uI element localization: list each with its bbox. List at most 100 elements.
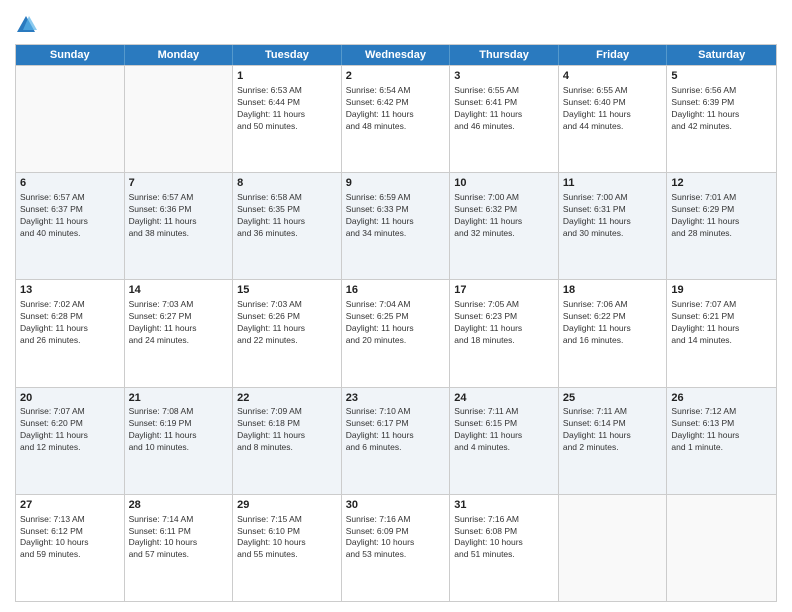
day-number: 15 — [237, 283, 337, 298]
calendar-cell: 13Sunrise: 7:02 AMSunset: 6:28 PMDayligh… — [16, 280, 125, 386]
day-number: 31 — [454, 498, 554, 513]
day-number: 24 — [454, 391, 554, 406]
day-number: 6 — [20, 176, 120, 191]
calendar-body: 1Sunrise: 6:53 AMSunset: 6:44 PMDaylight… — [16, 65, 776, 601]
weekday-header: Friday — [559, 45, 668, 65]
day-number: 4 — [563, 69, 663, 84]
calendar-cell: 6Sunrise: 6:57 AMSunset: 6:37 PMDaylight… — [16, 173, 125, 279]
day-number: 19 — [671, 283, 772, 298]
logo-icon — [15, 14, 37, 36]
day-number: 17 — [454, 283, 554, 298]
cell-detail: Sunrise: 6:57 AMSunset: 6:36 PMDaylight:… — [129, 192, 229, 240]
day-number: 28 — [129, 498, 229, 513]
calendar-cell — [125, 66, 234, 172]
calendar-cell: 28Sunrise: 7:14 AMSunset: 6:11 PMDayligh… — [125, 495, 234, 601]
cell-detail: Sunrise: 6:54 AMSunset: 6:42 PMDaylight:… — [346, 85, 446, 133]
day-number: 11 — [563, 176, 663, 191]
day-number: 16 — [346, 283, 446, 298]
calendar-header: SundayMondayTuesdayWednesdayThursdayFrid… — [16, 45, 776, 65]
day-number: 1 — [237, 69, 337, 84]
calendar-cell: 10Sunrise: 7:00 AMSunset: 6:32 PMDayligh… — [450, 173, 559, 279]
logo — [15, 14, 41, 36]
day-number: 20 — [20, 391, 120, 406]
day-number: 21 — [129, 391, 229, 406]
weekday-header: Sunday — [16, 45, 125, 65]
day-number: 7 — [129, 176, 229, 191]
calendar-cell: 23Sunrise: 7:10 AMSunset: 6:17 PMDayligh… — [342, 388, 451, 494]
weekday-header: Wednesday — [342, 45, 451, 65]
calendar-cell: 26Sunrise: 7:12 AMSunset: 6:13 PMDayligh… — [667, 388, 776, 494]
calendar-cell: 22Sunrise: 7:09 AMSunset: 6:18 PMDayligh… — [233, 388, 342, 494]
cell-detail: Sunrise: 6:56 AMSunset: 6:39 PMDaylight:… — [671, 85, 772, 133]
calendar-cell — [559, 495, 668, 601]
day-number: 9 — [346, 176, 446, 191]
cell-detail: Sunrise: 7:12 AMSunset: 6:13 PMDaylight:… — [671, 406, 772, 454]
cell-detail: Sunrise: 7:07 AMSunset: 6:21 PMDaylight:… — [671, 299, 772, 347]
cell-detail: Sunrise: 7:03 AMSunset: 6:26 PMDaylight:… — [237, 299, 337, 347]
cell-detail: Sunrise: 7:01 AMSunset: 6:29 PMDaylight:… — [671, 192, 772, 240]
calendar-row: 6Sunrise: 6:57 AMSunset: 6:37 PMDaylight… — [16, 172, 776, 279]
calendar-cell: 25Sunrise: 7:11 AMSunset: 6:14 PMDayligh… — [559, 388, 668, 494]
cell-detail: Sunrise: 7:04 AMSunset: 6:25 PMDaylight:… — [346, 299, 446, 347]
calendar-cell: 8Sunrise: 6:58 AMSunset: 6:35 PMDaylight… — [233, 173, 342, 279]
cell-detail: Sunrise: 6:57 AMSunset: 6:37 PMDaylight:… — [20, 192, 120, 240]
weekday-header: Monday — [125, 45, 234, 65]
day-number: 8 — [237, 176, 337, 191]
calendar-cell — [667, 495, 776, 601]
cell-detail: Sunrise: 7:08 AMSunset: 6:19 PMDaylight:… — [129, 406, 229, 454]
cell-detail: Sunrise: 7:11 AMSunset: 6:15 PMDaylight:… — [454, 406, 554, 454]
day-number: 22 — [237, 391, 337, 406]
calendar-cell: 9Sunrise: 6:59 AMSunset: 6:33 PMDaylight… — [342, 173, 451, 279]
day-number: 30 — [346, 498, 446, 513]
cell-detail: Sunrise: 6:58 AMSunset: 6:35 PMDaylight:… — [237, 192, 337, 240]
cell-detail: Sunrise: 7:10 AMSunset: 6:17 PMDaylight:… — [346, 406, 446, 454]
day-number: 29 — [237, 498, 337, 513]
calendar-cell: 31Sunrise: 7:16 AMSunset: 6:08 PMDayligh… — [450, 495, 559, 601]
calendar-cell: 19Sunrise: 7:07 AMSunset: 6:21 PMDayligh… — [667, 280, 776, 386]
cell-detail: Sunrise: 7:07 AMSunset: 6:20 PMDaylight:… — [20, 406, 120, 454]
calendar-cell: 4Sunrise: 6:55 AMSunset: 6:40 PMDaylight… — [559, 66, 668, 172]
calendar-row: 13Sunrise: 7:02 AMSunset: 6:28 PMDayligh… — [16, 279, 776, 386]
calendar-cell: 14Sunrise: 7:03 AMSunset: 6:27 PMDayligh… — [125, 280, 234, 386]
day-number: 23 — [346, 391, 446, 406]
cell-detail: Sunrise: 7:16 AMSunset: 6:09 PMDaylight:… — [346, 514, 446, 562]
calendar-cell: 12Sunrise: 7:01 AMSunset: 6:29 PMDayligh… — [667, 173, 776, 279]
calendar-cell: 11Sunrise: 7:00 AMSunset: 6:31 PMDayligh… — [559, 173, 668, 279]
cell-detail: Sunrise: 7:11 AMSunset: 6:14 PMDaylight:… — [563, 406, 663, 454]
calendar-cell: 20Sunrise: 7:07 AMSunset: 6:20 PMDayligh… — [16, 388, 125, 494]
weekday-header: Saturday — [667, 45, 776, 65]
cell-detail: Sunrise: 7:02 AMSunset: 6:28 PMDaylight:… — [20, 299, 120, 347]
day-number: 18 — [563, 283, 663, 298]
day-number: 3 — [454, 69, 554, 84]
calendar-cell: 16Sunrise: 7:04 AMSunset: 6:25 PMDayligh… — [342, 280, 451, 386]
calendar-cell: 18Sunrise: 7:06 AMSunset: 6:22 PMDayligh… — [559, 280, 668, 386]
day-number: 26 — [671, 391, 772, 406]
calendar-cell: 2Sunrise: 6:54 AMSunset: 6:42 PMDaylight… — [342, 66, 451, 172]
cell-detail: Sunrise: 7:03 AMSunset: 6:27 PMDaylight:… — [129, 299, 229, 347]
calendar-cell: 15Sunrise: 7:03 AMSunset: 6:26 PMDayligh… — [233, 280, 342, 386]
calendar-cell — [16, 66, 125, 172]
cell-detail: Sunrise: 7:16 AMSunset: 6:08 PMDaylight:… — [454, 514, 554, 562]
day-number: 25 — [563, 391, 663, 406]
weekday-header: Thursday — [450, 45, 559, 65]
header — [15, 10, 777, 36]
day-number: 2 — [346, 69, 446, 84]
day-number: 5 — [671, 69, 772, 84]
cell-detail: Sunrise: 6:59 AMSunset: 6:33 PMDaylight:… — [346, 192, 446, 240]
day-number: 27 — [20, 498, 120, 513]
day-number: 10 — [454, 176, 554, 191]
calendar-cell: 30Sunrise: 7:16 AMSunset: 6:09 PMDayligh… — [342, 495, 451, 601]
calendar-cell: 1Sunrise: 6:53 AMSunset: 6:44 PMDaylight… — [233, 66, 342, 172]
calendar-cell: 29Sunrise: 7:15 AMSunset: 6:10 PMDayligh… — [233, 495, 342, 601]
cell-detail: Sunrise: 7:14 AMSunset: 6:11 PMDaylight:… — [129, 514, 229, 562]
calendar-cell: 5Sunrise: 6:56 AMSunset: 6:39 PMDaylight… — [667, 66, 776, 172]
calendar: SundayMondayTuesdayWednesdayThursdayFrid… — [15, 44, 777, 602]
calendar-cell: 3Sunrise: 6:55 AMSunset: 6:41 PMDaylight… — [450, 66, 559, 172]
cell-detail: Sunrise: 7:13 AMSunset: 6:12 PMDaylight:… — [20, 514, 120, 562]
day-number: 14 — [129, 283, 229, 298]
page: SundayMondayTuesdayWednesdayThursdayFrid… — [0, 0, 792, 612]
cell-detail: Sunrise: 7:05 AMSunset: 6:23 PMDaylight:… — [454, 299, 554, 347]
cell-detail: Sunrise: 7:00 AMSunset: 6:32 PMDaylight:… — [454, 192, 554, 240]
calendar-cell: 7Sunrise: 6:57 AMSunset: 6:36 PMDaylight… — [125, 173, 234, 279]
calendar-row: 20Sunrise: 7:07 AMSunset: 6:20 PMDayligh… — [16, 387, 776, 494]
